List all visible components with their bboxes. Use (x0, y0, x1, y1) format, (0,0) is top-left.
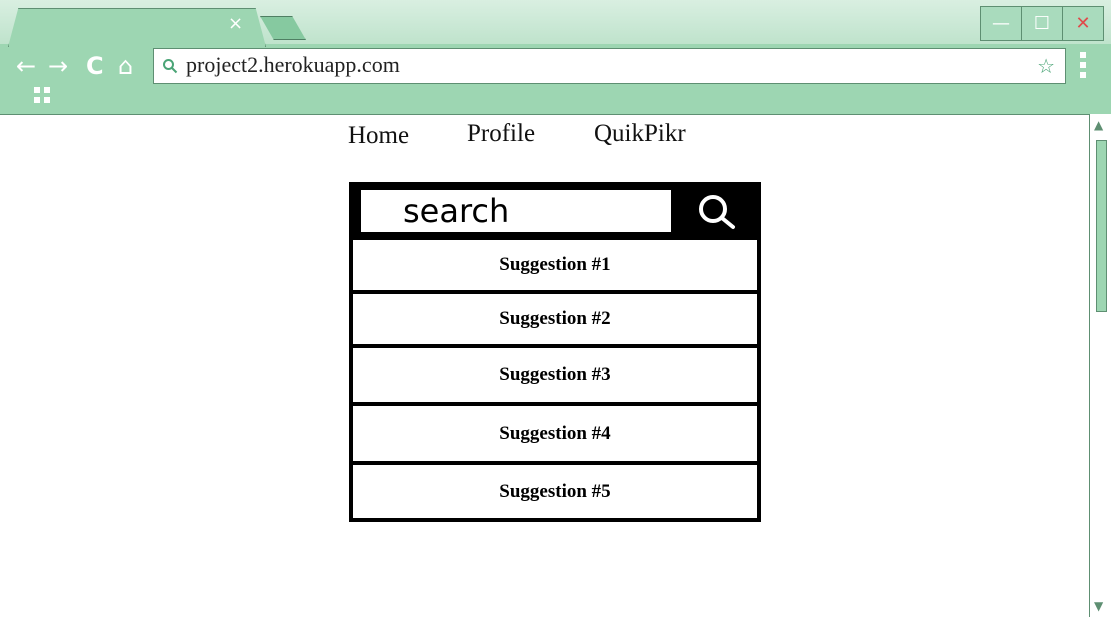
suggestion-item[interactable]: Suggestion #1 (349, 240, 761, 294)
suggestion-item[interactable]: Suggestion #2 (349, 294, 761, 348)
address-bar[interactable]: project2.herokuapp.com ☆ (153, 48, 1066, 84)
home-icon[interactable]: ⌂ (118, 54, 133, 78)
tab-close-icon[interactable]: × (228, 15, 243, 33)
close-window-button[interactable]: ✕ (1063, 7, 1103, 40)
scroll-up-icon[interactable]: ▲ (1094, 118, 1103, 132)
suggestion-item[interactable]: Suggestion #5 (349, 465, 761, 522)
scroll-thumb[interactable] (1096, 140, 1107, 312)
minimize-button[interactable]: — (981, 7, 1022, 40)
window-controls: — ☐ ✕ (980, 6, 1104, 41)
search-bar (349, 182, 761, 240)
back-arrow-icon[interactable]: ← (16, 54, 36, 78)
search-icon[interactable] (693, 193, 739, 231)
maximize-button[interactable]: ☐ (1022, 7, 1063, 40)
vertical-scrollbar[interactable]: ▲ ▼ (1089, 114, 1111, 617)
nav-profile-link[interactable]: Profile (467, 120, 535, 148)
search-input[interactable] (361, 190, 671, 232)
search-icon (163, 59, 178, 74)
browser-chrome: × — ☐ ✕ ← → C ⌂ project2.herokuapp.com ☆ (0, 0, 1111, 115)
apps-grid-icon[interactable] (34, 87, 52, 105)
browser-menu-icon[interactable] (1080, 52, 1086, 82)
suggestion-item[interactable]: Suggestion #4 (349, 406, 761, 465)
nav-home-link[interactable]: Home (348, 122, 409, 150)
reload-icon[interactable]: C (86, 54, 104, 78)
forward-arrow-icon[interactable]: → (48, 54, 68, 78)
suggestion-item[interactable]: Suggestion #3 (349, 348, 761, 406)
address-text: project2.herokuapp.com (186, 52, 400, 77)
scroll-down-icon[interactable]: ▼ (1094, 599, 1103, 613)
bookmark-star-icon[interactable]: ☆ (1037, 54, 1055, 78)
nav-quikpikr-link[interactable]: QuikPikr (594, 120, 686, 148)
suggestion-list: Suggestion #1 Suggestion #2 Suggestion #… (349, 240, 761, 522)
